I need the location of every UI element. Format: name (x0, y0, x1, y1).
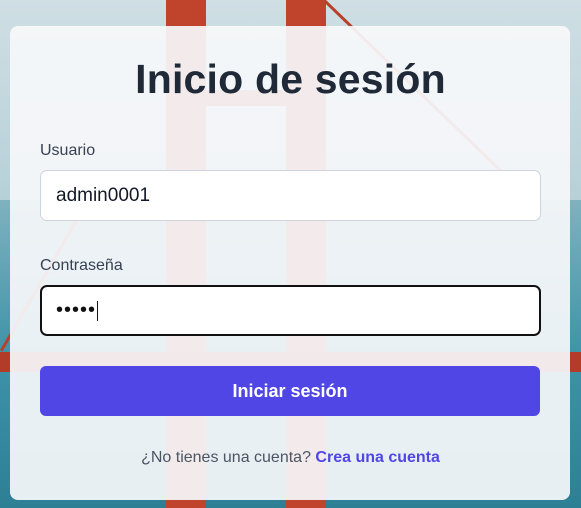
username-input[interactable]: admin0001 (40, 170, 541, 221)
signup-prompt-text: ¿No tienes una cuenta? (141, 449, 311, 466)
text-caret (97, 300, 99, 321)
signup-link[interactable]: Crea una cuenta (315, 449, 439, 466)
username-value: admin0001 (56, 184, 151, 206)
signup-prompt: ¿No tienes una cuenta? Crea una cuenta (0, 449, 581, 467)
password-value: ••••• (56, 299, 97, 321)
login-button[interactable]: Iniciar sesión (40, 366, 540, 416)
page-title: Inicio de sesión (135, 56, 446, 102)
username-label: Usuario (40, 142, 96, 159)
password-label: Contraseña (40, 257, 123, 274)
password-input[interactable]: ••••• (40, 285, 541, 336)
